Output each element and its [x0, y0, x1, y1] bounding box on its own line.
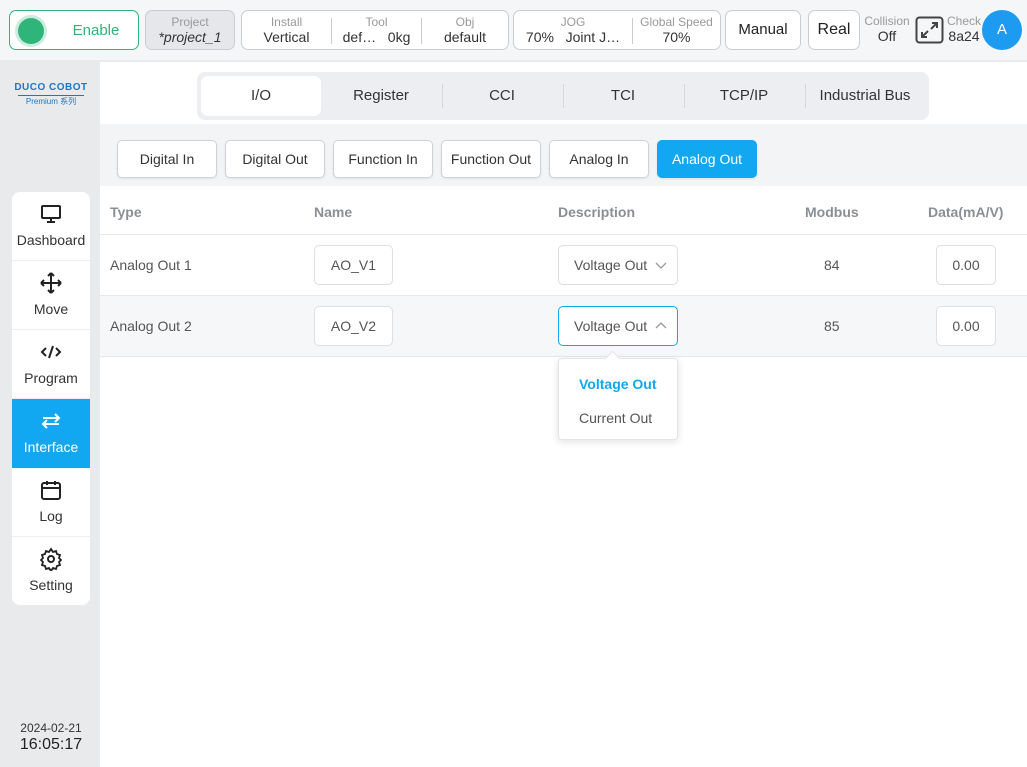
code-icon [40, 345, 62, 359]
project-value: *project_1 [158, 29, 222, 45]
tab-industrial-bus[interactable]: Industrial Bus [805, 76, 925, 116]
data-value-input[interactable]: 0.00 [936, 306, 996, 346]
collision-value: Off [877, 28, 897, 44]
tool-value: def… 0kg [332, 29, 421, 46]
column-header-modbus: Modbus [805, 204, 859, 220]
sidebar-item-interface[interactable]: Interface [12, 399, 90, 468]
column-header-name: Name [314, 204, 353, 220]
description-dropdown-menu: Voltage Out Current Out [558, 358, 678, 440]
enable-button[interactable]: Enable [9, 10, 139, 50]
project-selector[interactable]: Project *project_1 [145, 10, 235, 50]
sidebar-item-label: Interface [23, 439, 79, 455]
chevron-down-icon [655, 262, 667, 269]
subtab-function-out[interactable]: Function Out [441, 140, 541, 178]
expand-icon[interactable] [915, 16, 944, 44]
jog-mode: Joint J… [565, 29, 621, 45]
name-input[interactable]: AO_V2 [314, 306, 393, 346]
description-value: Voltage Out [574, 318, 648, 334]
column-header-type: Type [110, 204, 142, 220]
subtab-function-in[interactable]: Function In [333, 140, 433, 178]
power-status-icon [18, 18, 44, 44]
brand-series: Premium 系列 [18, 95, 84, 108]
jog-label: JOG [560, 15, 586, 29]
sidebar-item-label: Dashboard [16, 232, 86, 248]
sidebar-item-label: Move [33, 301, 69, 317]
install-tool-obj-panel[interactable]: Install Vertical Tool def… 0kg Obj defau… [241, 10, 509, 50]
tab-register[interactable]: Register [321, 76, 441, 116]
sidebar-item-label: Program [24, 370, 78, 386]
jog-speed: 70% [525, 29, 554, 45]
avatar[interactable]: A [982, 10, 1022, 50]
io-subtab-bar: Digital In Digital Out Function In Funct… [100, 124, 1027, 186]
check-label: Check [946, 14, 981, 28]
subtab-analog-out[interactable]: Analog Out [657, 140, 757, 178]
current-date: 2024-02-21 [20, 721, 82, 735]
sidebar-item-setting[interactable]: Setting [12, 537, 90, 605]
check-value: 8a24 [948, 28, 980, 44]
collision-status[interactable]: Collision Off [864, 14, 910, 45]
sidebar-item-move[interactable]: Move [12, 261, 90, 330]
description-select[interactable]: Voltage Out [558, 306, 678, 346]
table-row: Analog Out 2 AO_V2 Voltage Out 85 0.00 [100, 295, 1027, 356]
modbus-address: 85 [824, 318, 840, 334]
sidebar-item-label: Log [39, 508, 63, 524]
gear-icon [39, 547, 63, 571]
tab-cci[interactable]: CCI [442, 76, 562, 116]
main-panel: I/O Register CCI TCI TCP/IP Industrial B… [100, 62, 1027, 767]
top-bar: Enable Project *project_1 Install Vertic… [0, 0, 1027, 60]
obj-label: Obj [455, 15, 475, 29]
project-label: Project [171, 15, 209, 29]
tool-label: Tool [365, 15, 388, 29]
divider [100, 356, 1027, 357]
sidebar-item-log[interactable]: Log [12, 468, 90, 537]
column-header-data: Data(mA/V) [928, 204, 1004, 220]
description-select[interactable]: Voltage Out [558, 245, 678, 285]
manual-mode-button[interactable]: Manual [725, 10, 801, 50]
monitor-icon [41, 205, 61, 223]
column-header-description: Description [558, 204, 636, 220]
enable-label: Enable [72, 22, 120, 39]
global-speed-label: Global Speed [640, 15, 713, 29]
subtab-digital-out[interactable]: Digital Out [225, 140, 325, 178]
sidebar-item-program[interactable]: Program [12, 330, 90, 399]
collision-label: Collision [864, 14, 910, 28]
description-value: Voltage Out [574, 257, 648, 273]
tab-io[interactable]: I/O [201, 76, 321, 116]
check-status[interactable]: Check 8a24 [946, 14, 982, 45]
swap-arrows-icon [41, 413, 61, 429]
dropdown-option-current-out[interactable]: Current Out [579, 410, 652, 426]
tool-name: def… [342, 29, 377, 45]
sidebar-item-dashboard[interactable]: Dashboard [12, 192, 90, 261]
table-row: Analog Out 1 AO_V1 Voltage Out 84 0.00 [100, 234, 1027, 295]
sidebar-nav: Dashboard Move Program Interface Log Set… [12, 192, 90, 605]
brand-name: DUCO COBOT [14, 82, 88, 93]
tool-weight: 0kg [387, 29, 411, 45]
calendar-icon [41, 481, 61, 500]
tab-bar: I/O Register CCI TCI TCP/IP Industrial B… [197, 72, 929, 120]
global-speed-value: 70% [662, 29, 691, 45]
obj-value: default [443, 29, 487, 45]
install-value: Vertical [263, 29, 310, 45]
name-input[interactable]: AO_V1 [314, 245, 393, 285]
subtab-analog-in[interactable]: Analog In [549, 140, 649, 178]
real-mode-button[interactable]: Real [808, 10, 860, 50]
subtab-digital-in[interactable]: Digital In [117, 140, 217, 178]
jog-speed-panel[interactable]: JOG 70% Joint J… Global Speed 70% [513, 10, 721, 50]
tab-tcp-ip[interactable]: TCP/IP [684, 76, 804, 116]
modbus-address: 84 [824, 257, 840, 273]
dropdown-option-voltage-out[interactable]: Voltage Out [579, 376, 657, 392]
row-type: Analog Out 1 [110, 257, 192, 273]
sidebar-item-label: Setting [29, 577, 73, 593]
system-clock: 2024-02-21 16:05:17 [12, 721, 90, 755]
move-arrows-icon [40, 272, 62, 294]
chevron-up-icon [655, 322, 667, 329]
data-value-input[interactable]: 0.00 [936, 245, 996, 285]
row-type: Analog Out 2 [110, 318, 192, 334]
install-label: Install [270, 15, 303, 29]
tab-tci[interactable]: TCI [563, 76, 683, 116]
current-time: 16:05:17 [19, 736, 83, 753]
brand-logo: DUCO COBOT Premium 系列 [12, 82, 90, 108]
